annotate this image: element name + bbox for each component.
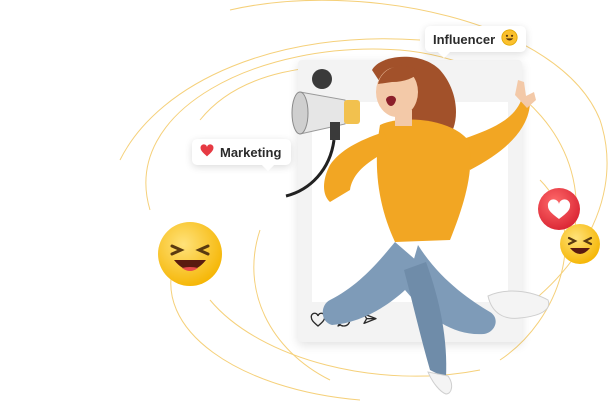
marketing-tag: Marketing bbox=[192, 139, 292, 165]
heart-icon bbox=[200, 144, 214, 160]
laughing-emoji-small bbox=[560, 224, 600, 264]
laughing-emoji-large bbox=[158, 222, 222, 286]
jumping-woman-figure bbox=[285, 56, 550, 395]
grinning-face-icon bbox=[501, 29, 518, 49]
marketing-label: Marketing bbox=[220, 144, 282, 160]
influencer-tag: Influencer bbox=[425, 26, 527, 52]
hero-illustration: Influencer Marketing bbox=[0, 0, 612, 408]
influencer-label: Influencer bbox=[433, 31, 496, 47]
